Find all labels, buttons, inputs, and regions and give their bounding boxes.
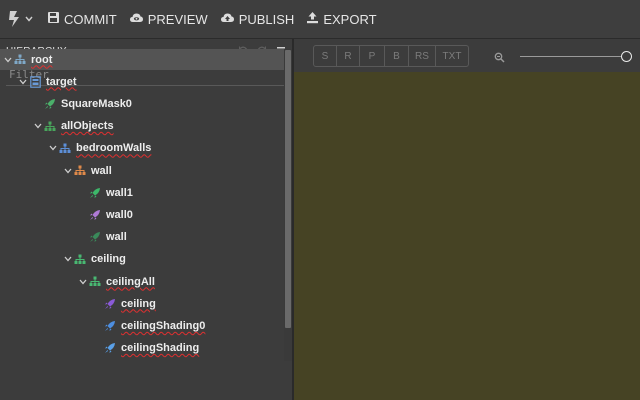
cloud-upload-icon xyxy=(220,12,239,27)
tree-row[interactable]: target xyxy=(0,71,284,92)
tree-node-label[interactable]: ceiling xyxy=(121,298,156,310)
rocket-icon xyxy=(104,320,116,332)
group-icon xyxy=(74,165,86,177)
tree-row[interactable]: wall xyxy=(0,160,284,181)
publish-button[interactable]: PUBLISH xyxy=(220,11,295,27)
commit-button[interactable]: COMMIT xyxy=(47,11,117,27)
view-mode-txt-button[interactable]: TXT xyxy=(436,45,469,67)
scrollbar-thumb[interactable] xyxy=(285,50,291,328)
rocket-icon xyxy=(89,209,101,221)
rocket-icon xyxy=(44,98,56,110)
tree-node-label[interactable]: wall0 xyxy=(106,209,133,221)
group-icon xyxy=(59,142,71,154)
tree-row[interactable]: SquareMask0 xyxy=(0,93,284,114)
publish-label: PUBLISH xyxy=(238,11,295,27)
tree-node-label[interactable]: wall xyxy=(106,231,127,243)
zoom-slider-track[interactable] xyxy=(520,56,624,57)
view-mode-rs-button[interactable]: RS xyxy=(409,45,436,67)
logo-icon xyxy=(8,10,22,28)
tree-row[interactable]: wall1 xyxy=(0,182,284,203)
expand-chevron-icon[interactable] xyxy=(63,254,73,264)
preview-button[interactable]: PREVIEW xyxy=(129,12,208,27)
tree-row[interactable]: wall xyxy=(0,227,284,248)
export-button[interactable]: EXPORT xyxy=(306,11,377,27)
rocket-icon xyxy=(104,298,116,310)
tree-node-label[interactable]: root xyxy=(31,54,52,66)
group-icon xyxy=(89,276,101,288)
tree-row[interactable]: ceiling xyxy=(0,249,284,270)
viewport-toolbar: S R P B RS TXT xyxy=(294,39,640,72)
tree-node-label[interactable]: wall1 xyxy=(106,187,133,199)
view-mode-p-button[interactable]: P xyxy=(360,45,385,67)
zoom-icon[interactable] xyxy=(494,50,505,68)
chevron-down-icon xyxy=(25,16,33,22)
group-icon xyxy=(44,120,56,132)
tree-node-label[interactable]: bedroomWalls xyxy=(76,142,151,154)
tree-node-label[interactable]: ceilingAll xyxy=(106,276,155,288)
expand-chevron-icon[interactable] xyxy=(3,55,13,65)
tree-row[interactable]: ceiling xyxy=(0,293,284,314)
tree-row[interactable]: bedroomWalls xyxy=(0,138,284,159)
rocket-icon xyxy=(104,342,116,354)
view-mode-b-button[interactable]: B xyxy=(385,45,409,67)
viewport-panel: S R P B RS TXT xyxy=(294,39,640,400)
tree-node-label[interactable]: allObjects xyxy=(61,120,114,132)
tree-row[interactable]: ceilingAll xyxy=(0,271,284,292)
commit-label: COMMIT xyxy=(64,11,117,27)
logo-menu[interactable] xyxy=(8,10,33,28)
tree-row[interactable]: allObjects xyxy=(0,116,284,137)
cloud-eye-icon xyxy=(129,12,148,27)
rocket-icon xyxy=(89,187,101,199)
tree-node-label[interactable]: ceilingShading xyxy=(121,342,199,354)
group-icon xyxy=(14,54,26,66)
top-toolbar: COMMIT PREVIEW PUBLISH EXPORT xyxy=(0,0,640,39)
tree-node-label[interactable]: ceilingShading0 xyxy=(121,320,205,332)
tree-row[interactable]: ceilingShading xyxy=(0,338,284,359)
tree-node-label[interactable]: target xyxy=(46,76,77,88)
tree-row[interactable]: ceilingShading0 xyxy=(0,315,284,336)
tree-node-label[interactable]: wall xyxy=(91,165,112,177)
export-label: EXPORT xyxy=(323,11,377,27)
zoom-slider-thumb[interactable] xyxy=(621,51,632,62)
image-icon xyxy=(29,75,41,88)
tree-row[interactable]: wall0 xyxy=(0,204,284,225)
expand-chevron-icon[interactable] xyxy=(48,143,58,153)
tree-row[interactable]: root xyxy=(0,49,284,70)
hierarchy-tree: root target SquareMask0 allObjects bedroomWa… xyxy=(0,49,284,361)
export-upload-icon xyxy=(306,11,323,27)
group-icon xyxy=(74,253,86,265)
design-canvas[interactable] xyxy=(294,72,640,400)
preview-label: PREVIEW xyxy=(147,11,208,27)
tree-node-label[interactable]: ceiling xyxy=(91,253,126,265)
view-mode-group: S R P B RS TXT xyxy=(313,45,469,67)
tree-node-label[interactable]: SquareMask0 xyxy=(61,98,132,110)
save-disk-icon xyxy=(47,11,64,27)
view-mode-r-button[interactable]: R xyxy=(337,45,360,67)
rocket-icon xyxy=(89,231,101,243)
expand-chevron-icon[interactable] xyxy=(78,277,88,287)
view-mode-s-button[interactable]: S xyxy=(313,45,337,67)
expand-chevron-icon[interactable] xyxy=(33,121,43,131)
expand-chevron-icon[interactable] xyxy=(63,166,73,176)
expand-chevron-icon[interactable] xyxy=(18,77,28,87)
